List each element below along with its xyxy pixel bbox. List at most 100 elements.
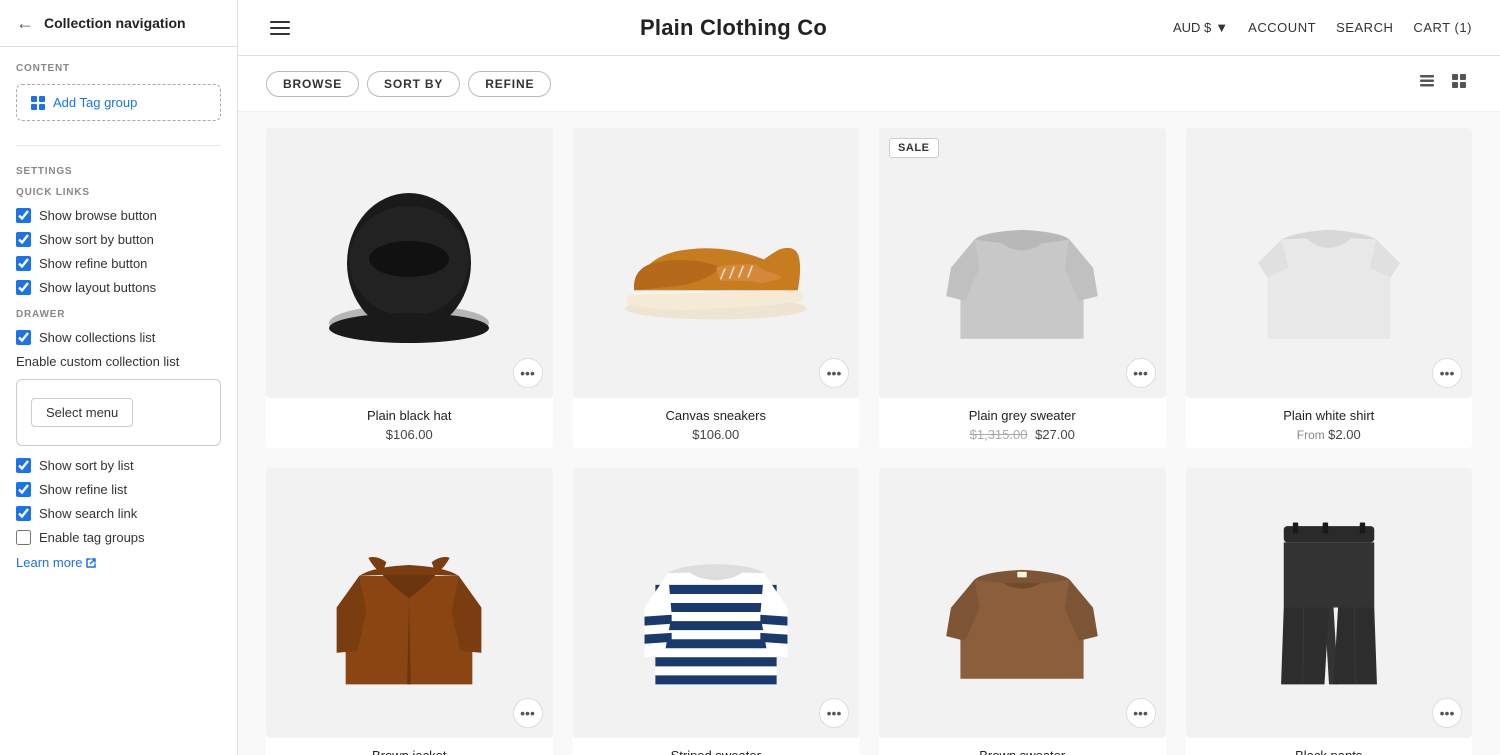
select-menu-button[interactable]: Select menu <box>31 398 133 427</box>
show-refine-list-label: Show refine list <box>39 482 127 497</box>
product-card-brown-jacket[interactable]: ••• Brown jacket <box>266 468 553 755</box>
product-price-white-shirt: From $2.00 <box>1190 427 1469 442</box>
grey-sweater-image <box>937 173 1107 353</box>
learn-more-text: Learn more <box>16 555 82 570</box>
product-card-grey-sweater[interactable]: SALE ••• <box>879 128 1166 448</box>
product-image-black-pants: ••• <box>1186 468 1473 738</box>
checkbox-row-9: Enable tag groups <box>16 530 221 545</box>
hamburger-menu[interactable] <box>266 17 294 39</box>
show-search-link-label: Show search link <box>39 506 137 521</box>
grid-icon <box>31 96 45 110</box>
product-options-grey-sweater[interactable]: ••• <box>1126 358 1156 388</box>
show-collections-label: Show collections list <box>39 330 155 345</box>
show-refine-list-checkbox[interactable] <box>16 482 31 497</box>
drawer-label: DRAWER <box>16 309 221 320</box>
show-layout-checkbox[interactable] <box>16 280 31 295</box>
show-layout-label: Show layout buttons <box>39 280 156 295</box>
sidebar: ← Collection navigation CONTENT Add Tag … <box>0 0 238 755</box>
learn-more-link[interactable]: Learn more <box>16 555 97 570</box>
product-card-brown-sweater[interactable]: ••• Brown sweater <box>879 468 1166 755</box>
product-options-hat[interactable]: ••• <box>513 358 543 388</box>
product-info-stripe-sweater: Striped sweater <box>573 738 860 755</box>
brown-sweater-image <box>937 513 1107 693</box>
checkbox-row-1: Show browse button <box>16 208 221 223</box>
show-browse-label: Show browse button <box>39 208 157 223</box>
product-image-brown-jacket: ••• <box>266 468 553 738</box>
product-name-grey-sweater: Plain grey sweater <box>883 408 1162 423</box>
layout-buttons <box>1414 68 1472 99</box>
sale-badge: SALE <box>889 138 939 158</box>
cart-link[interactable]: CART (1) <box>1413 20 1472 35</box>
product-info-grey-sweater: Plain grey sweater $1,315.00 $27.00 <box>879 398 1166 448</box>
list-layout-button[interactable] <box>1414 68 1440 99</box>
black-pants-image <box>1264 508 1394 698</box>
product-options-brown-jacket[interactable]: ••• <box>513 698 543 728</box>
search-link[interactable]: SEARCH <box>1336 20 1393 35</box>
checkbox-row-5: Show collections list <box>16 330 221 345</box>
show-sort-label: Show sort by button <box>39 232 154 247</box>
show-refine-label: Show refine button <box>39 256 147 271</box>
product-card-black-pants[interactable]: ••• Black pants <box>1186 468 1473 755</box>
show-refine-checkbox[interactable] <box>16 256 31 271</box>
show-sort-list-checkbox[interactable] <box>16 458 31 473</box>
show-browse-checkbox[interactable] <box>16 208 31 223</box>
product-price-hat: $106.00 <box>270 427 549 442</box>
product-options-sneakers[interactable]: ••• <box>819 358 849 388</box>
grid-layout-button[interactable] <box>1446 68 1472 99</box>
topbar: Plain Clothing Co AUD $ ▼ ACCOUNT SEARCH… <box>238 0 1500 56</box>
checkbox-row-4: Show layout buttons <box>16 280 221 295</box>
product-options-white-shirt[interactable]: ••• <box>1432 358 1462 388</box>
enable-tag-groups-checkbox[interactable] <box>16 530 31 545</box>
product-image-hat: ••• <box>266 128 553 398</box>
list-icon <box>1418 72 1436 90</box>
quick-links-label: QUICK LINKS <box>16 187 221 198</box>
product-image-white-shirt: ••• <box>1186 128 1473 398</box>
product-options-stripe-sweater[interactable]: ••• <box>819 698 849 728</box>
show-collections-checkbox[interactable] <box>16 330 31 345</box>
content-section: CONTENT Add Tag group <box>0 47 237 137</box>
sidebar-header: ← Collection navigation <box>0 0 237 47</box>
browse-bar: BROWSE SORT BY REFINE <box>238 56 1500 112</box>
product-options-brown-sweater[interactable]: ••• <box>1126 698 1156 728</box>
show-search-link-checkbox[interactable] <box>16 506 31 521</box>
product-name-hat: Plain black hat <box>270 408 549 423</box>
enable-custom-label: Enable custom collection list <box>16 354 221 369</box>
product-name-black-pants: Black pants <box>1190 748 1469 755</box>
product-image-brown-sweater: ••• <box>879 468 1166 738</box>
product-name-brown-jacket: Brown jacket <box>270 748 549 755</box>
white-shirt-image <box>1244 173 1414 353</box>
account-link[interactable]: ACCOUNT <box>1248 20 1316 35</box>
product-card-stripe-sweater[interactable]: ••• Striped sweater <box>573 468 860 755</box>
sort-by-button[interactable]: SORT BY <box>367 71 460 97</box>
add-tag-group-label: Add Tag group <box>53 95 137 110</box>
product-name-sneakers: Canvas sneakers <box>577 408 856 423</box>
show-sort-list-label: Show sort by list <box>39 458 134 473</box>
checkbox-row-3: Show refine button <box>16 256 221 271</box>
hat-image <box>319 173 499 353</box>
browse-button[interactable]: BROWSE <box>266 71 359 97</box>
divider-1 <box>16 145 221 146</box>
currency-label: AUD $ <box>1173 20 1211 35</box>
currency-selector[interactable]: AUD $ ▼ <box>1173 20 1228 35</box>
product-options-black-pants[interactable]: ••• <box>1432 698 1462 728</box>
product-info-brown-jacket: Brown jacket <box>266 738 553 755</box>
external-link-icon <box>85 557 97 569</box>
refine-button[interactable]: REFINE <box>468 71 551 97</box>
add-tag-group-button[interactable]: Add Tag group <box>16 84 221 121</box>
product-image-stripe-sweater: ••• <box>573 468 860 738</box>
browse-buttons: BROWSE SORT BY REFINE <box>266 71 551 97</box>
product-card-sneakers[interactable]: ••• Canvas sneakers $106.00 <box>573 128 860 448</box>
settings-label: SETTINGS <box>16 166 221 177</box>
back-button[interactable]: ← <box>16 14 34 32</box>
show-sort-checkbox[interactable] <box>16 232 31 247</box>
product-card-white-shirt[interactable]: ••• Plain white shirt From $2.00 <box>1186 128 1473 448</box>
currency-chevron: ▼ <box>1215 20 1228 35</box>
product-row-2: ••• Brown jacket <box>266 468 1472 755</box>
store-name: Plain Clothing Co <box>640 15 827 41</box>
checkbox-row-8: Show search link <box>16 506 221 521</box>
product-grid: ••• Plain black hat $106.00 <box>238 112 1500 755</box>
hamburger-line-3 <box>270 33 290 35</box>
product-card-hat[interactable]: ••• Plain black hat $106.00 <box>266 128 553 448</box>
product-image-sneakers: ••• <box>573 128 860 398</box>
product-info-white-shirt: Plain white shirt From $2.00 <box>1186 398 1473 448</box>
